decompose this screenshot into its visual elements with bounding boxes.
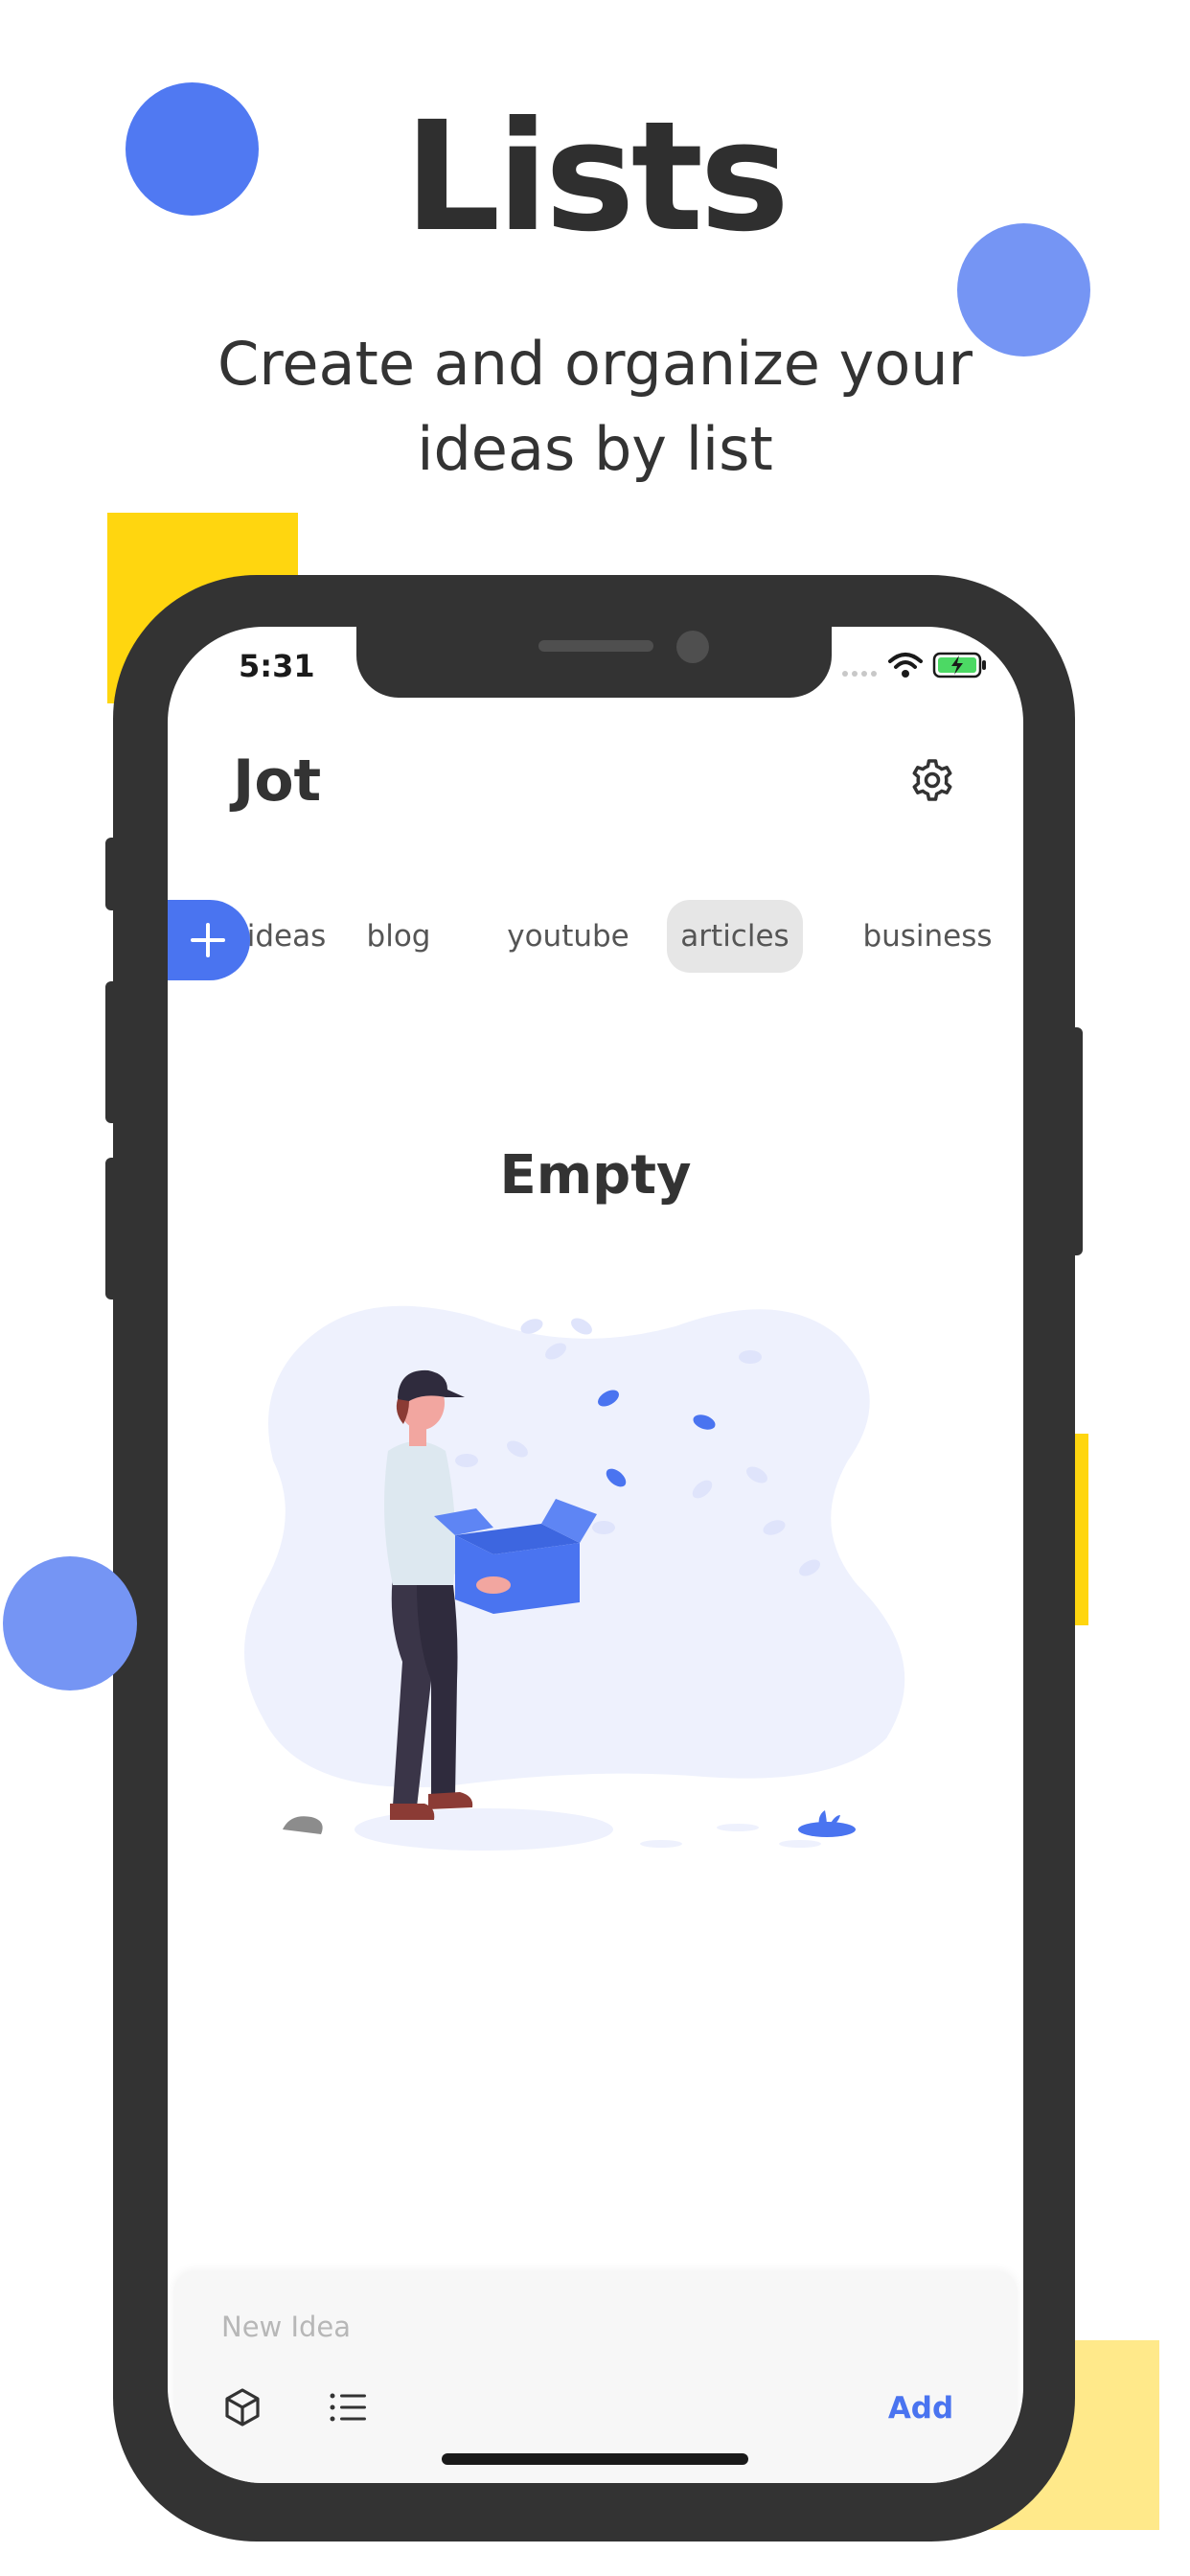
- speaker-grille: [538, 640, 653, 652]
- front-camera: [676, 631, 709, 663]
- cellular-signal-icon: [842, 671, 877, 677]
- add-list-button[interactable]: [168, 900, 250, 980]
- decorative-circle: [3, 1556, 137, 1690]
- list-tabs: ideas blog youtube articles business: [168, 900, 1023, 973]
- empty-state-title: Empty: [499, 1144, 692, 1207]
- add-idea-button[interactable]: Add: [878, 2384, 964, 2432]
- phone-notch: [356, 627, 832, 698]
- status-icons: [840, 650, 994, 680]
- app-title: Jot: [233, 748, 322, 815]
- home-indicator: [442, 2453, 748, 2465]
- list-icon: [330, 2393, 366, 2422]
- tab-youtube[interactable]: youtube: [501, 900, 635, 973]
- wifi-icon: [888, 653, 923, 678]
- settings-button[interactable]: [909, 757, 955, 803]
- empty-box-illustration: [244, 1305, 905, 1851]
- marketing-subtitle: Create and organize your ideas by list: [217, 329, 973, 484]
- phone-screen: 5:31 Jot ideas blog youtube articles bus…: [168, 627, 1023, 2483]
- new-idea-input[interactable]: [221, 2308, 892, 2346]
- battery-charging-icon: [932, 652, 986, 678]
- list-picker-button[interactable]: [328, 2388, 370, 2426]
- idea-composer: Add: [173, 2271, 1018, 2483]
- app-store-screenshot: Lists Create and organize your ideas by …: [0, 0, 1190, 2576]
- tab-articles[interactable]: articles: [667, 900, 803, 973]
- attach-box-button[interactable]: [221, 2386, 263, 2428]
- tab-business[interactable]: business: [851, 900, 1004, 973]
- gear-icon: [912, 759, 952, 801]
- box-icon: [225, 2388, 260, 2426]
- marketing-headline: Lists: [403, 89, 790, 265]
- status-time: 5:31: [239, 648, 315, 684]
- tab-blog[interactable]: blog: [365, 900, 432, 973]
